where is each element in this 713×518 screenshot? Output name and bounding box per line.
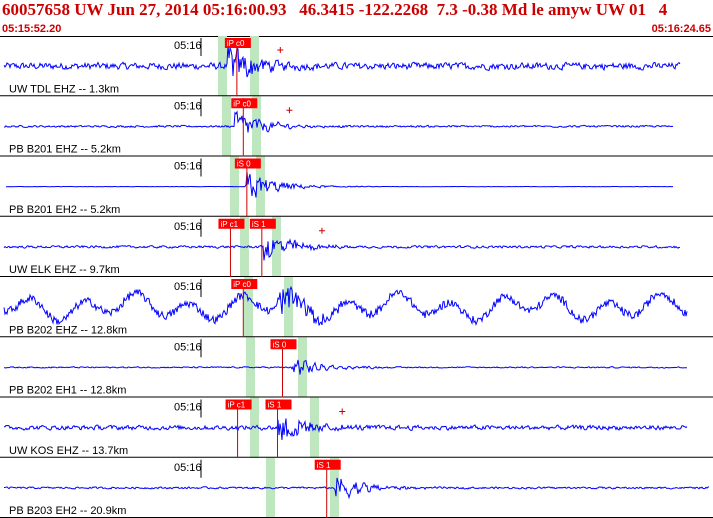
pick-label: iS 0 bbox=[273, 340, 287, 349]
trace-row[interactable]: 05:16 iS 0 PB B201 EH2 -- 5.2km bbox=[0, 158, 713, 217]
trace-row[interactable]: 05:16 iS 0 PB B202 EH1 -- 12.8km bbox=[0, 339, 713, 398]
station-label: PB B203 EH2 -- 20.9km bbox=[9, 505, 126, 517]
pick-label: iP c1 bbox=[228, 401, 246, 410]
trace-row[interactable]: 05:16 iP c1 iS 1 UW ELK EHZ -- 9.7km bbox=[0, 218, 713, 277]
trace-row[interactable]: 05:16 iS 1 PB B203 EH2 -- 20.9km bbox=[0, 459, 713, 518]
waveform bbox=[4, 359, 688, 375]
pick-marker[interactable]: iP c0 bbox=[224, 38, 251, 97]
station-label: PB B202 EH1 -- 12.8km bbox=[9, 385, 126, 397]
waveform bbox=[3, 238, 681, 261]
pick-label: iP c0 bbox=[227, 39, 245, 48]
pick-label: iP c0 bbox=[233, 99, 251, 108]
trace-row[interactable]: 05:16 iP c0 PB B202 EHZ -- 12.8km bbox=[0, 279, 713, 338]
pick-label: iS 1 bbox=[268, 401, 282, 410]
trace-row[interactable]: 05:16 iP c1 iS 1 UW KOS EHZ -- 13.7km bbox=[0, 399, 713, 458]
waveform bbox=[3, 285, 688, 326]
pick-label: iP c1 bbox=[220, 220, 238, 229]
station-label: PB B202 EHZ -- 12.8km bbox=[9, 324, 127, 336]
minute-label: 05:16 bbox=[174, 462, 202, 474]
minute-label: 05:16 bbox=[174, 402, 202, 414]
event-title: 60057658 UW Jun 27, 2014 05:16:00.93 46.… bbox=[2, 0, 668, 19]
minute-label: 05:16 bbox=[174, 100, 202, 112]
minute-label: 05:16 bbox=[174, 221, 202, 233]
station-label: UW KOS EHZ -- 13.7km bbox=[9, 445, 128, 457]
minute-label: 05:16 bbox=[174, 161, 202, 173]
window-start-time: 05:15:52.20 bbox=[2, 23, 62, 35]
window-end-time: 05:16:24.65 bbox=[651, 23, 711, 35]
seismogram-panel[interactable]: 05:16 iP c0 UW TDL EHZ -- 1.3km 05:16 iP c0 P… bbox=[0, 36, 713, 518]
station-label: PB B201 EH2 -- 5.2km bbox=[9, 204, 120, 216]
waveform bbox=[3, 44, 681, 78]
station-label: UW ELK EHZ -- 9.7km bbox=[9, 264, 120, 276]
coda-marker bbox=[277, 47, 284, 53]
trace-row[interactable]: 05:16 iP c0 PB B201 EHZ -- 5.2km bbox=[0, 98, 713, 157]
coda-marker bbox=[286, 107, 293, 114]
pick-label: iP c0 bbox=[233, 280, 251, 289]
coda-marker bbox=[318, 227, 325, 234]
station-label: PB B201 EHZ -- 5.2km bbox=[9, 144, 121, 156]
waveform bbox=[4, 110, 673, 133]
pick-label: iS 1 bbox=[317, 461, 331, 470]
waveform bbox=[6, 171, 674, 198]
pick-label: iS 1 bbox=[252, 220, 266, 229]
waveform bbox=[4, 418, 688, 440]
station-label: UW TDL EHZ -- 1.3km bbox=[9, 83, 119, 95]
minute-label: 05:16 bbox=[174, 40, 202, 52]
coda-marker bbox=[339, 408, 346, 415]
waveform bbox=[4, 477, 710, 500]
minute-label: 05:16 bbox=[174, 341, 202, 353]
pick-label: iS 0 bbox=[237, 160, 251, 169]
header-bar: 60057658 UW Jun 27, 2014 05:16:00.93 46.… bbox=[0, 0, 713, 36]
minute-label: 05:16 bbox=[174, 281, 202, 293]
trace-row[interactable]: 05:16 iP c0 UW TDL EHZ -- 1.3km bbox=[0, 38, 713, 97]
